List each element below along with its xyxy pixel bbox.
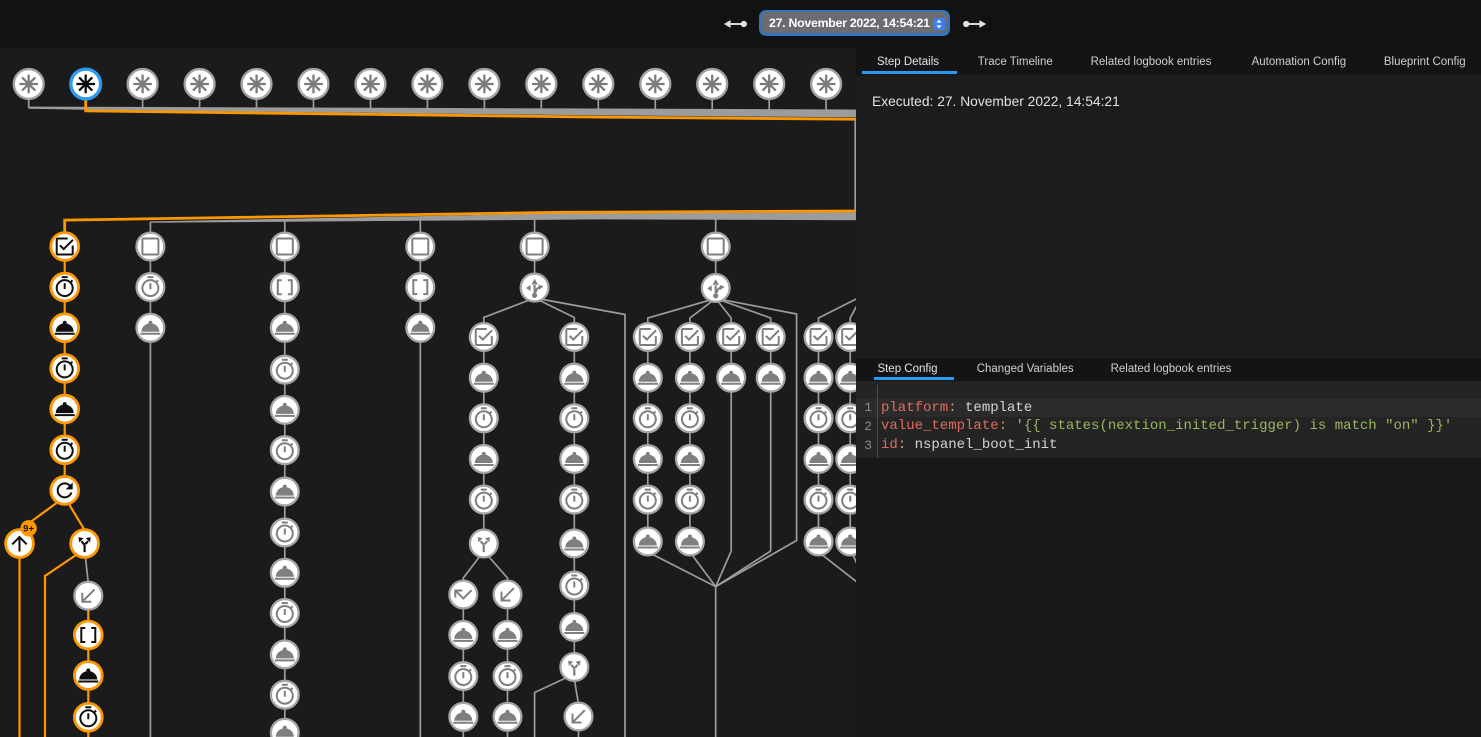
svg-text:9+: 9+ <box>23 524 34 535</box>
